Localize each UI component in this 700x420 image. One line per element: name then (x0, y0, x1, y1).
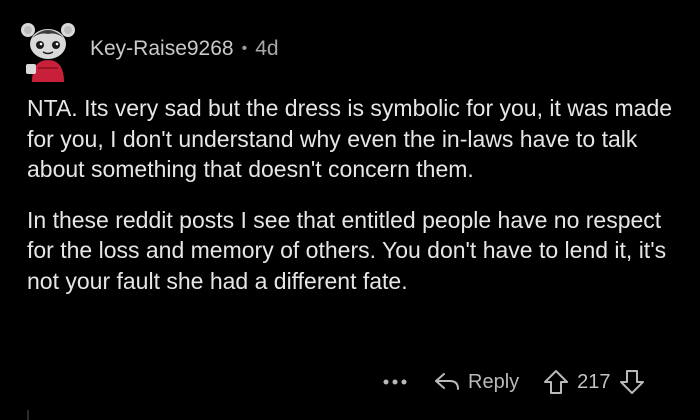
comment-actions: Reply 217 (380, 362, 645, 402)
avatar[interactable] (18, 18, 78, 82)
comment-card: Key-Raise9268 • 4d NTA. Its very sad but… (0, 0, 700, 420)
more-options-icon (383, 379, 407, 385)
reply-arrow-icon (435, 373, 459, 390)
more-options-button[interactable] (380, 367, 410, 397)
reply-label: Reply (468, 370, 520, 393)
comment-paragraph-1: NTA. Its very sad but the dress is symbo… (27, 95, 673, 182)
meta-separator: • (241, 40, 248, 57)
upvote-arrow-icon[interactable] (543, 369, 569, 395)
comment-paragraph-2: In these reddit posts I see that entitle… (27, 206, 667, 294)
reply-button[interactable]: Reply (434, 371, 519, 394)
thread-line (27, 410, 29, 420)
username[interactable]: Key-Raise9268 (90, 37, 234, 61)
comment-meta: Key-Raise9268 • 4d (90, 37, 279, 61)
comment-header: Key-Raise9268 • 4d (18, 18, 279, 82)
snoo-avatar-icon (21, 23, 75, 82)
vote-controls: 217 (543, 369, 644, 395)
downvote-arrow-icon[interactable] (619, 369, 645, 395)
comment-body: NTA. Its very sad but the dress is symbo… (27, 93, 682, 316)
comment-age: 4d (255, 37, 279, 60)
vote-score: 217 (577, 370, 611, 393)
